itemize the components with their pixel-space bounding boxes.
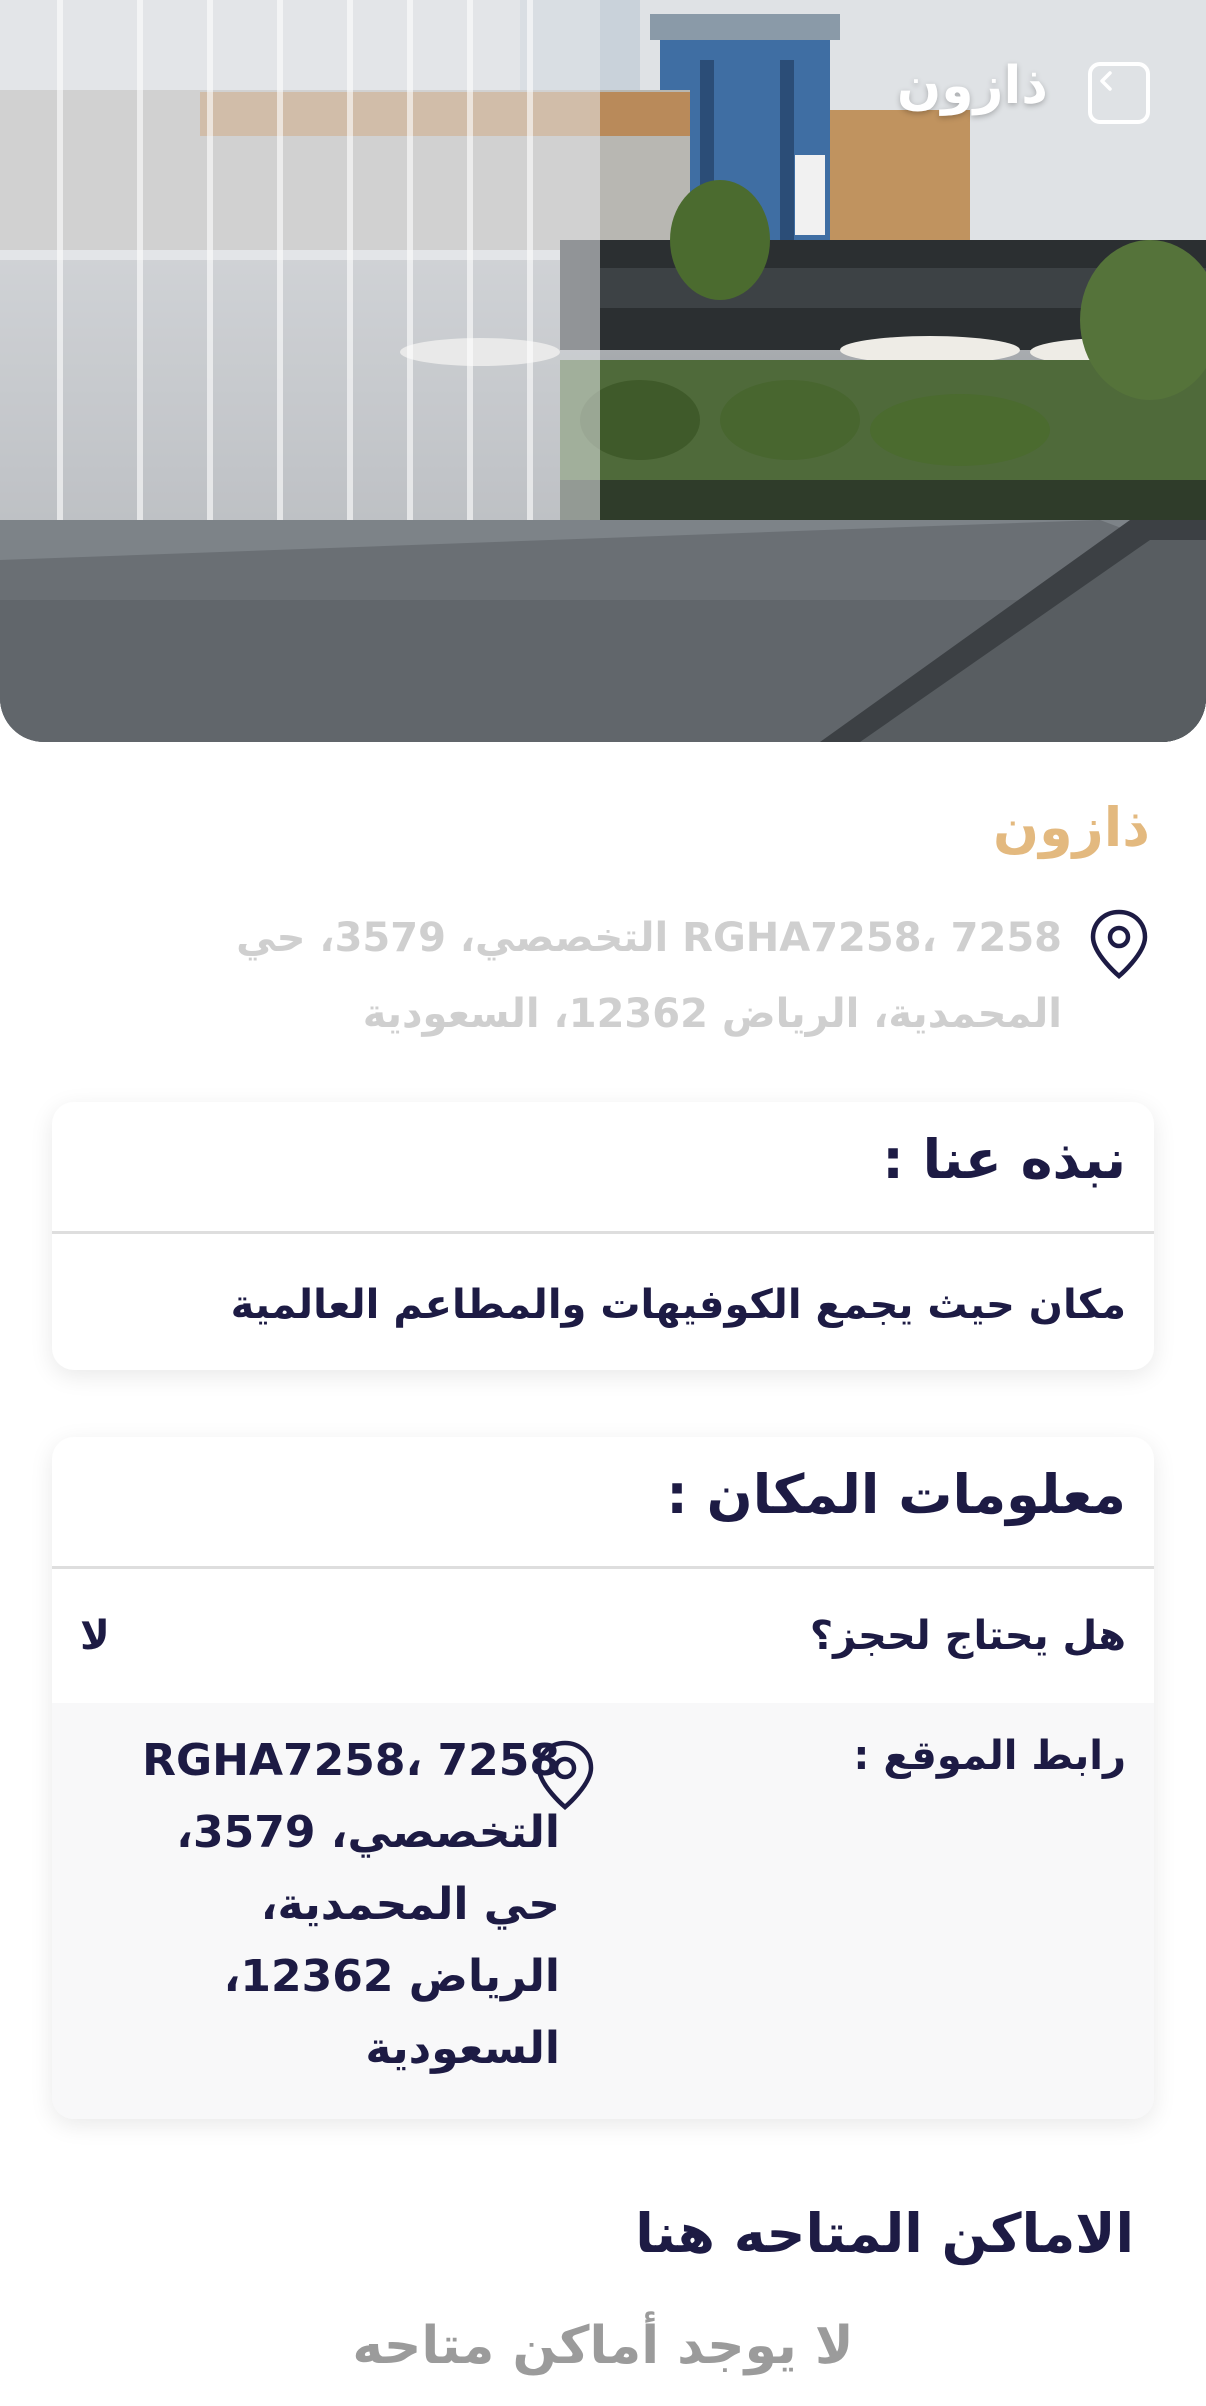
location-link-line: حي المحمدية، xyxy=(260,1879,560,1930)
hero-image: ذازون xyxy=(0,0,1206,742)
booking-row: هل يحتاج لحجز؟ لا xyxy=(52,1569,1154,1703)
location-link-row: رابط الموقع : 7258 ،RGHA7258 التخصصي، 35… xyxy=(52,1703,1154,2119)
available-places-title: الاماكن المتاحه هنا xyxy=(635,2202,1134,2265)
place-name: ذازون xyxy=(993,796,1150,859)
address-line: 7258 ،RGHA7258 التخصصي، 3579، حي xyxy=(236,915,1062,961)
booking-value: لا xyxy=(80,1613,110,1659)
location-link-line: 7258 ،RGHA7258 xyxy=(142,1735,560,1786)
about-card: نبذه عنا : مكان حيث يجمع الكوفيهات والمط… xyxy=(52,1102,1154,1370)
back-button[interactable] xyxy=(1088,62,1150,124)
place-address[interactable]: 7258 ،RGHA7258 التخصصي، 3579، حي المحمدي… xyxy=(150,900,1150,1052)
address-line: المحمدية، الرياض 12362، السعودية xyxy=(362,991,1062,1037)
place-info-card: معلومات المكان : هل يحتاج لحجز؟ لا رابط … xyxy=(52,1437,1154,2119)
map-pin-icon xyxy=(1090,909,1148,979)
place-info-title: معلومات المكان : xyxy=(52,1437,1154,1569)
header-title: ذازون xyxy=(896,56,1048,116)
location-link-line: التخصصي، 3579، xyxy=(176,1807,560,1858)
address-text: 7258 ،RGHA7258 التخصصي، 3579، حي المحمدي… xyxy=(236,900,1062,1052)
chevron-left-icon xyxy=(1100,71,1112,91)
place-details-page: ذازون ذازون 7258 ،RGHA7258 التخصصي، 3579… xyxy=(0,0,1206,2406)
about-text: مكان حيث يجمع الكوفيهات والمطاعم العالمي… xyxy=(230,1282,1126,1328)
available-places-empty-text: لا يوجد أماكن متاحه xyxy=(352,2316,854,2376)
location-link-label: رابط الموقع : xyxy=(853,1733,1126,1779)
location-link-address[interactable]: 7258 ،RGHA7258 التخصصي، 3579، حي المحمدي… xyxy=(130,1725,560,2085)
about-title: نبذه عنا : xyxy=(52,1102,1154,1234)
location-link-line: السعودية xyxy=(365,2023,560,2074)
location-link-line: الرياض 12362، xyxy=(223,1951,560,2002)
booking-label: هل يحتاج لحجز؟ xyxy=(809,1613,1126,1659)
